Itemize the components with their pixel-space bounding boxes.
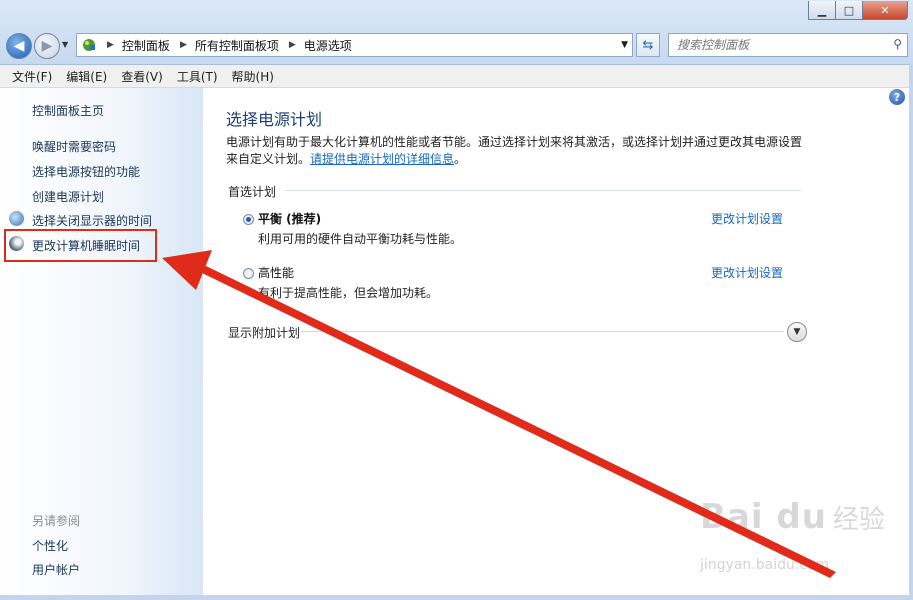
menu-file[interactable]: 文件(F) <box>12 68 52 85</box>
plan-high-performance-desc: 有利于提高性能，但会增加功耗。 <box>258 286 439 300</box>
refresh-button[interactable]: ⇆ <box>636 33 660 57</box>
refresh-icon: ⇆ <box>642 37 654 53</box>
window-border <box>909 64 913 600</box>
plan-details-link[interactable]: 请提供电源计划的详细信息 <box>310 152 454 166</box>
sidebar-home-link[interactable]: 控制面板主页 <box>32 102 104 119</box>
show-more-plans-label[interactable]: 显示附加计划 <box>228 324 300 341</box>
expand-more-plans-button[interactable]: ▼ <box>787 322 807 342</box>
window-border <box>0 595 913 600</box>
description-text: 来自定义计划。 <box>226 152 311 166</box>
description-text: 。 <box>454 152 467 166</box>
address-dropdown-icon[interactable]: ▼ <box>621 40 628 50</box>
chevron-down-icon: ▼ <box>793 327 801 337</box>
breadcrumb-control-panel[interactable]: 控制面板 <box>122 37 170 54</box>
plan-balanced-desc: 利用可用的硬件自动平衡功耗与性能。 <box>258 232 463 246</box>
display-clock-icon <box>9 211 24 226</box>
menu-edit[interactable]: 编辑(E) <box>66 68 107 85</box>
recent-pages-dropdown-icon[interactable]: ▼ <box>62 40 68 49</box>
plan-high-performance-name[interactable]: 高性能 <box>258 264 294 281</box>
menu-view[interactable]: 查看(V) <box>121 68 163 85</box>
description-text: 电源计划有助于最大化计算机的性能或者节能。通过选择计划来将其激活，或选择计划并通… <box>226 135 803 149</box>
watermark: Bai du 经验 jingyan.baidu.com <box>700 497 885 573</box>
watermark-cn: 经验 <box>832 505 885 535</box>
arrow-right-icon: ▶ <box>41 38 53 54</box>
menu-bar: 文件(F) 编辑(E) 查看(V) 工具(T) 帮助(H) <box>0 65 913 88</box>
see-also-user-accounts[interactable]: 用户帐户 <box>32 561 80 578</box>
breadcrumb-separator-icon[interactable]: ▶ <box>289 40 296 50</box>
page-description: 电源计划有助于最大化计算机的性能或者节能。通过选择计划来将其激活，或选择计划并通… <box>226 134 816 168</box>
help-icon[interactable]: ? <box>889 89 905 105</box>
plan-high-performance-radio[interactable] <box>243 268 254 279</box>
change-plan-settings-link[interactable]: 更改计划设置 <box>711 210 783 227</box>
sidebar-item-create-plan[interactable]: 创建电源计划 <box>32 188 104 205</box>
search-box[interactable]: ⚲ <box>668 33 908 57</box>
see-also-heading: 另请参阅 <box>32 514 81 528</box>
breadcrumb-separator-icon[interactable]: ▶ <box>180 40 187 50</box>
breadcrumb-power-options[interactable]: 电源选项 <box>304 37 352 54</box>
plan-balanced-radio[interactable] <box>243 214 254 225</box>
page-title: 选择电源计划 <box>226 110 323 129</box>
maximize-button[interactable]: □ <box>835 1 863 20</box>
preferred-plans-heading: 首选计划 <box>228 185 277 199</box>
divider <box>285 190 801 191</box>
back-button[interactable]: ◀ <box>6 33 32 59</box>
control-panel-icon <box>81 37 97 53</box>
arrow-left-icon: ◀ <box>13 38 25 54</box>
menu-tools[interactable]: 工具(T) <box>177 68 218 85</box>
watermark-url: jingyan.baidu.com <box>700 557 830 573</box>
breadcrumb-all-items[interactable]: 所有控制面板项 <box>195 37 279 54</box>
divider <box>300 331 784 332</box>
search-input[interactable] <box>675 37 879 53</box>
search-icon[interactable]: ⚲ <box>893 37 902 51</box>
sidebar-item-display-off[interactable]: 选择关闭显示器的时间 <box>32 212 152 229</box>
sidebar-item-power-buttons[interactable]: 选择电源按钮的功能 <box>32 163 140 180</box>
close-button[interactable]: ✕ <box>862 1 908 20</box>
minimize-button[interactable]: ▁ <box>808 1 836 20</box>
watermark-logo: Bai du <box>700 497 827 537</box>
breadcrumb-separator-icon[interactable]: ▶ <box>107 40 114 50</box>
sidebar: 控制面板主页 唤醒时需要密码 选择电源按钮的功能 创建电源计划 选择关闭显示器的… <box>0 88 203 595</box>
sidebar-item-wake-password[interactable]: 唤醒时需要密码 <box>32 138 116 155</box>
address-bar[interactable]: ▶ 控制面板 ▶ 所有控制面板项 ▶ 电源选项 ▼ <box>76 33 633 57</box>
change-plan-settings-link[interactable]: 更改计划设置 <box>711 264 783 281</box>
see-also-personalization[interactable]: 个性化 <box>32 537 68 554</box>
highlight-box <box>4 229 157 262</box>
menu-help[interactable]: 帮助(H) <box>232 68 274 85</box>
forward-button[interactable]: ▶ <box>34 33 60 59</box>
plan-balanced-name[interactable]: 平衡 (推荐) <box>258 210 321 227</box>
